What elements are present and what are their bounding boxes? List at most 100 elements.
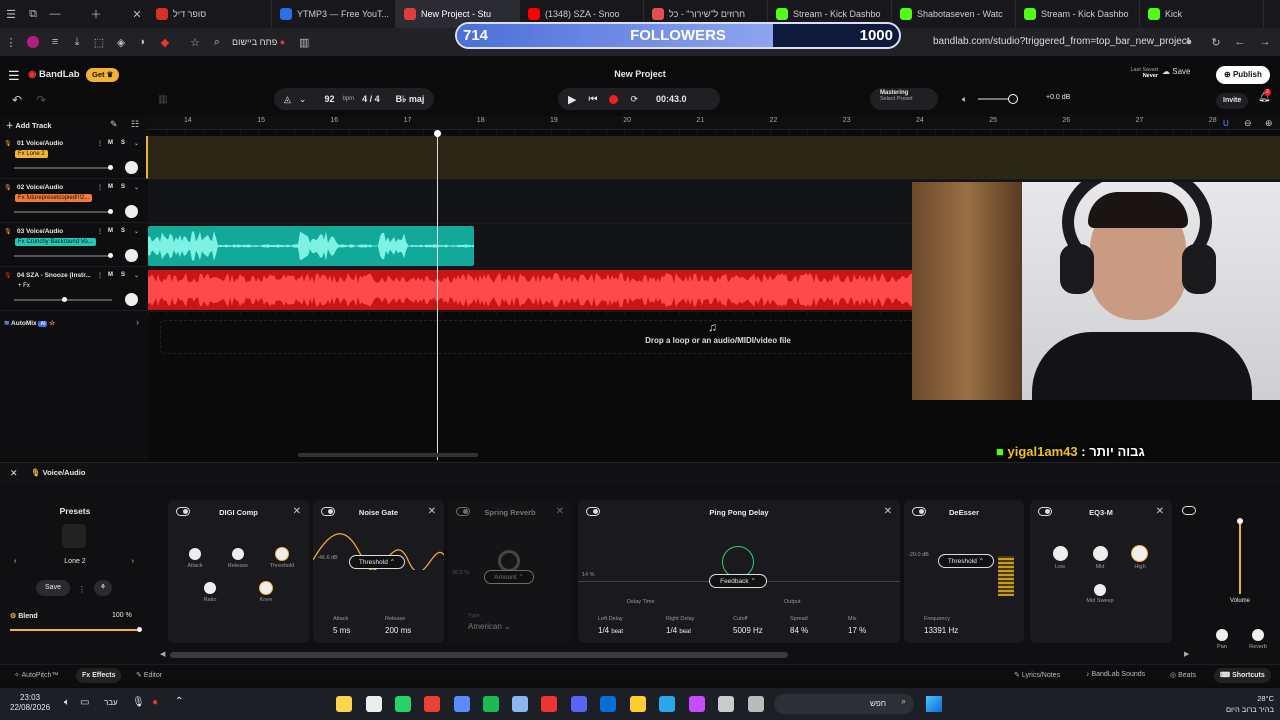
release-knob[interactable] [232, 548, 244, 560]
mixer-icon[interactable]: ☷ [131, 119, 139, 130]
track-header[interactable]: 🎙︎ 04 SZA - Snooze (Instr... + Fx ⋮ M S ⌄ [0, 268, 148, 311]
autopitch-tab[interactable]: ✧ AutoPitch™ [14, 671, 58, 679]
playhead[interactable] [437, 130, 438, 460]
track-header[interactable]: 🎙︎ 02 Voice/Audio Fx futurepresetcopied!!!… [0, 180, 148, 223]
feedback-chip[interactable]: Feedback ⌃ [709, 574, 767, 588]
ping-pong-close-icon[interactable]: ✕ [884, 506, 892, 517]
start-icon[interactable] [926, 696, 942, 712]
threshold-chip[interactable]: Threshold ⌃ [349, 555, 405, 569]
threshold-knob[interactable] [276, 548, 288, 560]
browser-tab[interactable]: YTMP3 — Free YouT... [272, 0, 396, 28]
shortcuts-button[interactable]: ⌨ Shortcuts [1214, 668, 1271, 683]
snap-icon[interactable]: U [1223, 119, 1229, 128]
more-options-icon[interactable]: ⋮ [97, 140, 103, 147]
vpn-icon[interactable]: ◗ [132, 31, 154, 53]
track-name[interactable]: 02 Voice/Audio [17, 184, 63, 191]
editor-tab[interactable]: ✎ Editor [136, 671, 162, 679]
track-pan-knob[interactable] [125, 161, 138, 174]
next-effect-toggle[interactable] [1182, 506, 1196, 515]
track-pan-knob[interactable] [125, 249, 138, 262]
random-preset-icon[interactable]: ⚘ [94, 580, 112, 596]
amount-chip[interactable]: Amount ⌃ [484, 570, 534, 584]
chevron-right-icon[interactable]: › [136, 317, 139, 327]
deesser-threshold-chip[interactable]: Threshold ⌃ [938, 554, 994, 568]
track-volume-slider[interactable] [14, 209, 113, 214]
skip-back-icon[interactable]: ⏮ [588, 94, 597, 105]
bandlab-sounds-tab[interactable]: ♪ BandLab Sounds [1086, 671, 1145, 678]
url-text[interactable]: bandlab.com/studio?triggered_from=top_ba… [933, 36, 1190, 47]
bpm-value[interactable]: 92 [324, 94, 334, 104]
publish-button[interactable]: ⊕ Publish [1216, 66, 1270, 84]
ratio-knob[interactable] [204, 582, 216, 594]
clock[interactable]: 23:03 22/08/2026 [10, 693, 50, 713]
new-tab-button[interactable]: ＋ [66, 3, 126, 25]
browser-tab[interactable]: Shabotaseven - Watc [892, 0, 1016, 28]
chrome-icon[interactable] [424, 696, 440, 712]
audio-clip-vocal[interactable] [148, 226, 474, 266]
mid-knob[interactable] [1093, 546, 1108, 561]
get-membership-button[interactable]: Get ♛ [86, 68, 120, 82]
effects-tab[interactable]: Fx Effects [76, 668, 122, 683]
cutoff-value[interactable]: 5009 Hz [733, 626, 763, 635]
attack-value[interactable]: 5 ms [333, 626, 350, 635]
solo-button[interactable]: S [121, 140, 125, 146]
noise-gate-close-icon[interactable]: ✕ [428, 506, 436, 517]
digi-comp-close-icon[interactable]: ✕ [293, 506, 301, 517]
track-pan-knob[interactable] [125, 205, 138, 218]
mid-sweep-knob[interactable] [1094, 584, 1106, 596]
track-fx-chip[interactable]: + Fx [15, 282, 33, 290]
streaming-app-icon[interactable] [541, 696, 557, 712]
volume-icon[interactable]: 🔈︎ [64, 697, 70, 708]
zoom-out-icon[interactable]: ⊖ [1244, 118, 1252, 129]
download-icon[interactable]: ⤓ [66, 31, 88, 53]
track-pan-knob[interactable] [125, 293, 138, 306]
next-preset-icon[interactable]: › [132, 558, 134, 565]
back-icon[interactable]: ← [1229, 31, 1251, 53]
playlist-icon[interactable]: ≡ [44, 31, 66, 53]
media-player-icon[interactable] [366, 696, 382, 712]
mix-value[interactable]: 17 % [848, 626, 866, 635]
eq3-close-icon[interactable]: ✕ [1156, 506, 1164, 517]
open-in-app-button[interactable]: פתח ביישום ● [232, 37, 285, 47]
track-name[interactable]: 03 Voice/Audio [17, 228, 63, 235]
tray-app-icon[interactable]: ● [152, 697, 158, 708]
chevron-down-icon[interactable]: ⌄ [134, 228, 139, 235]
attack-knob[interactable] [189, 548, 201, 560]
automix-button[interactable]: ≋ AutoMix AI ☆ [4, 319, 55, 327]
zoom-in-icon[interactable]: ⊕ [1265, 118, 1273, 129]
solo-button[interactable]: S [121, 184, 125, 190]
reader-icon[interactable]: ▥ [293, 31, 315, 53]
horizontal-scrollbar[interactable] [298, 453, 478, 457]
profile-icon[interactable] [22, 31, 44, 53]
discord-icon[interactable] [571, 696, 587, 712]
forward-icon[interactable]: → [1254, 31, 1276, 53]
mute-button[interactable]: M [108, 228, 113, 234]
mic-icon[interactable]: ● [1178, 31, 1200, 53]
shield-icon[interactable]: ◈ [110, 31, 132, 53]
bell-icon[interactable]: 🔔︎ 2 [1258, 89, 1271, 103]
track-name[interactable]: 04 SZA - Snooze (Instr... [17, 272, 91, 279]
terminal-icon[interactable] [718, 696, 734, 712]
type-select[interactable]: American ⌄ [468, 622, 511, 631]
solo-button[interactable]: S [121, 272, 125, 278]
preset-options-icon[interactable]: ⋮ [78, 585, 86, 594]
high-knob[interactable] [1132, 546, 1147, 561]
app-icon[interactable] [454, 696, 470, 712]
metronome-icon[interactable]: ◬ [284, 94, 291, 105]
redo-icon[interactable]: ↷ [36, 93, 46, 107]
preset-thumbnail[interactable] [62, 524, 86, 548]
mute-button[interactable]: M [108, 140, 113, 146]
red-extension-icon[interactable]: ◆ [154, 31, 176, 53]
reverb-knob[interactable] [1252, 629, 1264, 641]
volume-fader[interactable] [1237, 518, 1243, 594]
track-volume-slider[interactable] [14, 297, 112, 302]
track-volume-slider[interactable] [14, 253, 113, 258]
key-signature[interactable]: B♭ maj [396, 94, 425, 105]
more-options-icon[interactable]: ⋮ [97, 184, 103, 191]
loop-icon[interactable]: ⟳ [630, 94, 638, 105]
search-icon[interactable]: ⌕ [206, 31, 228, 53]
audio-clip-instrumental[interactable] [148, 270, 912, 310]
more-options-icon[interactable]: ⋮ [97, 272, 103, 279]
playhead-handle[interactable] [434, 130, 441, 137]
speaker-icon[interactable]: 🔈︎ [962, 94, 967, 105]
